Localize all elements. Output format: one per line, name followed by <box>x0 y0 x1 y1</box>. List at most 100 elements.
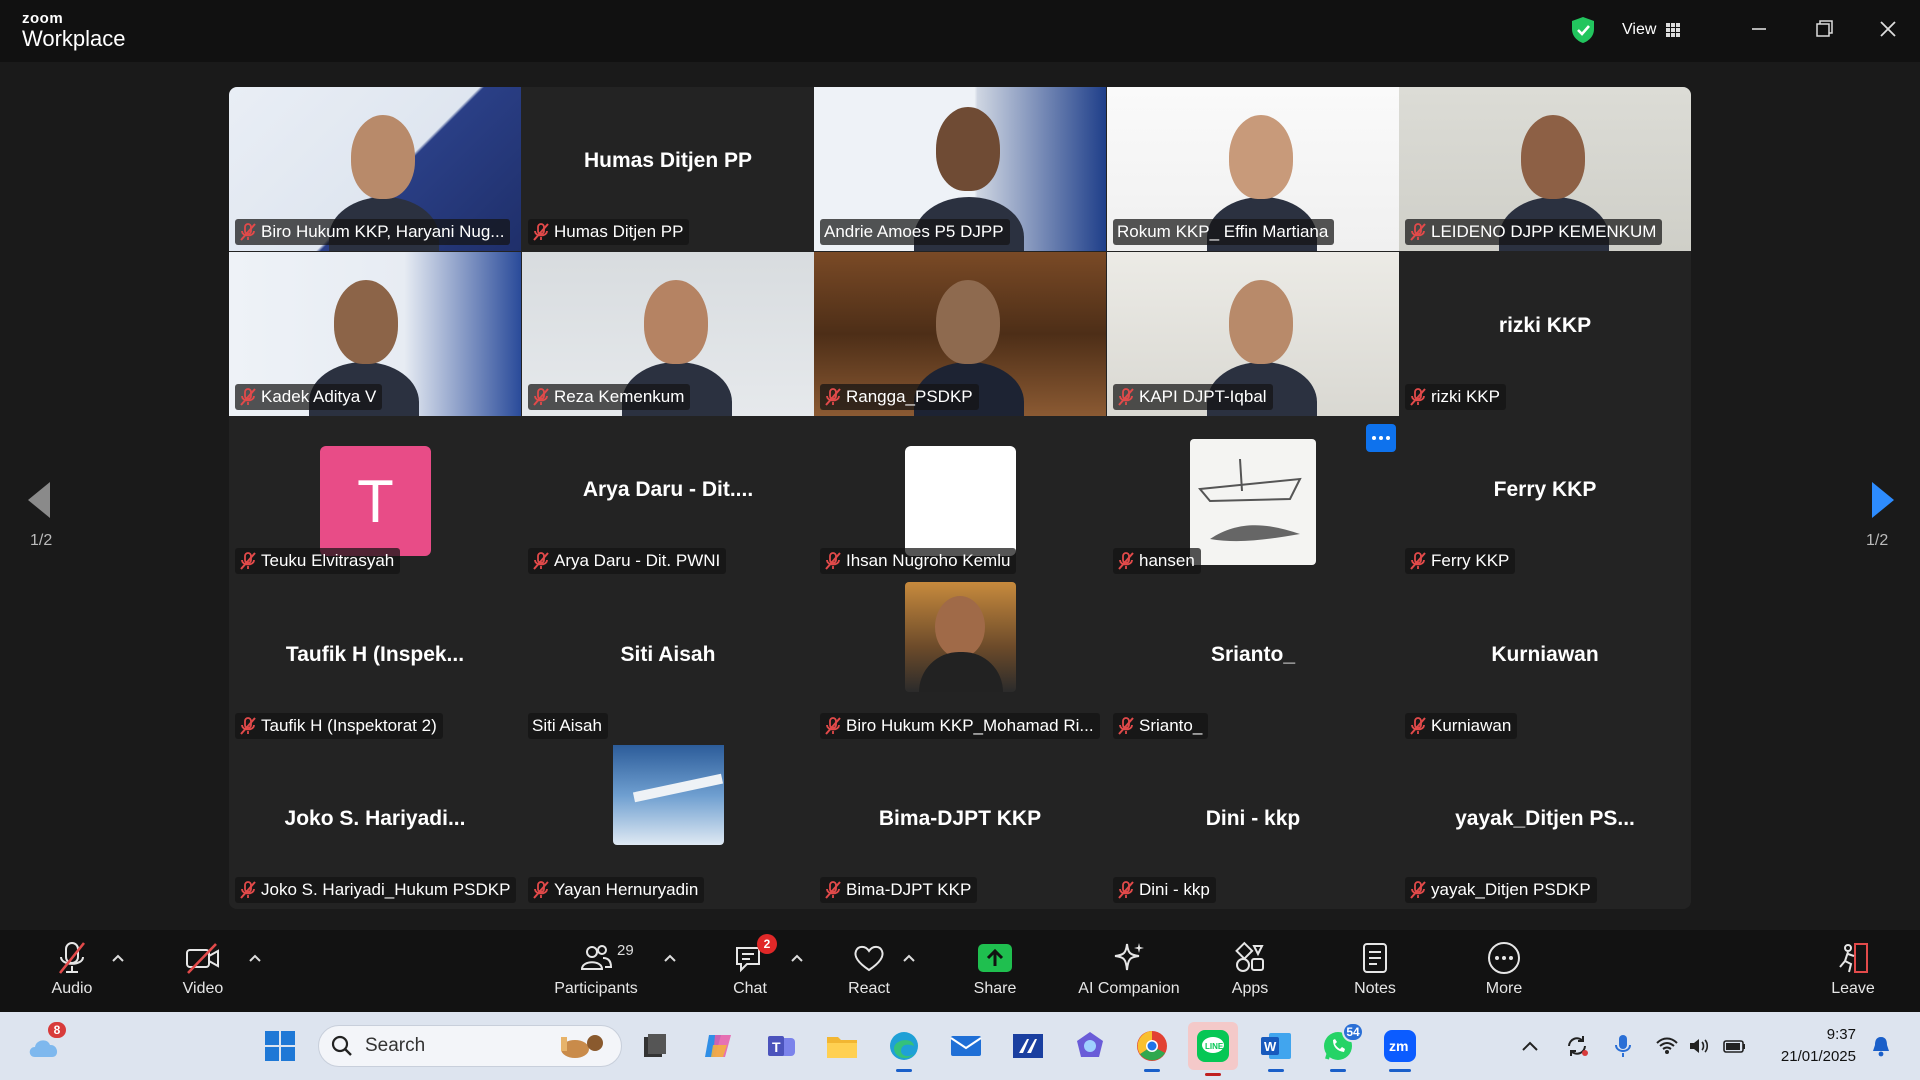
zoom-taskbar-icon[interactable]: zm <box>1380 1026 1420 1072</box>
participant-tile[interactable]: T Teuku Elvitrasyah <box>229 416 521 580</box>
word-icon[interactable]: W <box>1256 1026 1296 1072</box>
battery-icon[interactable] <box>1720 1026 1750 1066</box>
line-app-icon[interactable]: LINE <box>1188 1022 1238 1076</box>
restore-icon[interactable] <box>1806 14 1842 44</box>
video-button[interactable]: Video <box>148 940 258 998</box>
whatsapp-badge: 54 <box>1342 1022 1364 1042</box>
tile-more-options-button[interactable] <box>1366 424 1396 452</box>
audio-options-caret-icon[interactable] <box>110 952 126 964</box>
notes-label: Notes <box>1354 980 1396 997</box>
participant-tile[interactable]: Siti Aisah Siti Aisah <box>522 581 814 745</box>
participant-tile[interactable]: Reza Kemenkum <box>522 252 814 416</box>
participants-options-caret-icon[interactable] <box>662 952 678 964</box>
next-page-arrow-icon[interactable] <box>1862 470 1902 530</box>
participants-label: Participants <box>554 980 638 997</box>
notes-button[interactable]: Notes <box>1320 940 1430 998</box>
mic-muted-icon <box>240 388 256 406</box>
show-hidden-icons-chevron-icon[interactable] <box>1516 1026 1544 1066</box>
participant-tile[interactable]: Biro Hukum KKP, Haryani Nug... <box>229 87 521 251</box>
ai-sparkle-icon <box>1114 943 1144 971</box>
title-bar: zoom Workplace View <box>0 0 1920 62</box>
copilot-app-icon[interactable] <box>1070 1026 1110 1066</box>
line-active-indicator <box>1205 1073 1221 1076</box>
share-button[interactable]: Share <box>940 940 1050 998</box>
task-view-icon[interactable] <box>635 1026 675 1066</box>
mic-muted-icon <box>533 223 549 241</box>
notification-bell-icon[interactable] <box>1866 1026 1896 1066</box>
participant-tile[interactable]: Humas Ditjen PP Humas Ditjen PP <box>522 87 814 251</box>
participant-tile[interactable]: Taufik H (Inspek... Taufik H (Inspektorat… <box>229 581 521 745</box>
participant-tile[interactable]: LEIDENO DJPP KEMENKUM <box>1399 87 1691 251</box>
audio-button[interactable]: Audio <box>17 940 127 998</box>
whatsapp-active-indicator <box>1330 1069 1346 1072</box>
participant-name-label: Yayan Hernuryadin <box>528 877 705 903</box>
mic-muted-icon <box>533 881 549 899</box>
brand-top: zoom <box>22 10 64 27</box>
participant-display-name: Arya Daru - Dit.... <box>582 478 754 501</box>
chrome-icon[interactable] <box>1132 1026 1172 1072</box>
view-button[interactable]: View <box>1622 17 1681 43</box>
whatsapp-icon[interactable]: 54 <box>1318 1022 1364 1072</box>
participant-tile[interactable]: Ferry KKP Ferry KKP <box>1399 416 1691 580</box>
participant-name: Arya Daru - Dit. PWNI <box>554 551 721 570</box>
participant-name: Biro Hukum KKP, Haryani Nug... <box>261 222 505 241</box>
participant-tile[interactable]: KAPI DJPT-Iqbal <box>1107 252 1399 416</box>
participant-name-label: Rokum KKP_ Effin Martiana <box>1113 219 1335 245</box>
close-icon[interactable] <box>1870 14 1906 44</box>
start-button[interactable] <box>260 1026 300 1066</box>
react-label: React <box>848 980 890 997</box>
participants-button[interactable]: 29 Participants <box>541 940 651 998</box>
audio-label: Audio <box>51 980 93 997</box>
video-label: Video <box>182 980 224 997</box>
teams-icon[interactable]: T <box>762 1026 802 1066</box>
volume-icon[interactable] <box>1684 1026 1714 1066</box>
participant-tile[interactable]: Joko S. Hariyadi... Joko S. Hariyadi_Huku… <box>229 745 521 909</box>
participant-tile[interactable]: Rangga_PSDKP <box>814 252 1106 416</box>
taskbar-search[interactable]: Search <box>318 1025 622 1067</box>
system-clock[interactable]: 9:37 21/01/2025 <box>1772 1024 1856 1068</box>
mail-icon[interactable] <box>946 1026 986 1066</box>
copilot-icon[interactable] <box>698 1026 738 1066</box>
react-button[interactable]: React <box>814 940 924 998</box>
minimize-icon[interactable] <box>1741 14 1777 44</box>
participant-tile[interactable]: Ihsan Nugroho Kemlu <box>814 416 1106 580</box>
sync-icon[interactable] <box>1560 1026 1594 1066</box>
file-explorer-icon[interactable] <box>822 1026 862 1066</box>
participant-tile[interactable]: Arya Daru - Dit.... Arya Daru - Dit. PWNI <box>522 416 814 580</box>
participant-tile[interactable]: hansen <box>1107 416 1399 580</box>
chat-button[interactable]: 2 Chat <box>695 934 805 998</box>
more-button[interactable]: More <box>1449 940 1559 998</box>
participant-tile[interactable]: Kadek Aditya V <box>229 252 521 416</box>
edge-active-indicator <box>896 1069 912 1072</box>
participant-tile[interactable]: Kurniawan Kurniawan <box>1399 581 1691 745</box>
video-options-caret-icon[interactable] <box>247 952 263 964</box>
chat-unread-badge: 2 <box>757 934 777 954</box>
participant-tile[interactable]: Dini - kkp Dini - kkp <box>1107 745 1399 909</box>
participant-tile[interactable]: Rokum KKP_ Effin Martiana <box>1107 87 1399 251</box>
participant-tile[interactable]: Andrie Amoes P5 DJPP <box>814 87 1106 251</box>
wifi-icon[interactable] <box>1652 1026 1682 1066</box>
encryption-shield-icon[interactable] <box>1570 16 1596 44</box>
edge-icon[interactable] <box>884 1026 924 1072</box>
search-placeholder: Search <box>365 1035 426 1056</box>
participant-tile[interactable]: Biro Hukum KKP_Mohamad Ri... <box>814 581 1106 745</box>
apps-button[interactable]: Apps <box>1195 940 1305 998</box>
microphone-tray-icon[interactable] <box>1608 1026 1638 1066</box>
leave-button[interactable]: Leave <box>1798 940 1908 998</box>
react-options-caret-icon[interactable] <box>901 952 917 964</box>
participant-name: hansen <box>1139 551 1195 570</box>
weather-widget[interactable]: 8 <box>24 1020 68 1066</box>
participant-tile[interactable]: rizki KKP rizki KKP <box>1399 252 1691 416</box>
participant-tile[interactable]: Yayan Hernuryadin <box>522 745 814 909</box>
participant-tile[interactable]: Bima-DJPT KKP Bima-DJPT KKP <box>814 745 1106 909</box>
chat-options-caret-icon[interactable] <box>789 952 805 964</box>
mic-muted-icon <box>533 552 549 570</box>
whiteboard-app-icon[interactable] <box>1008 1026 1048 1066</box>
grid-icon <box>1666 23 1681 37</box>
mic-muted-icon <box>1118 388 1134 406</box>
participant-tile[interactable]: yayak_Ditjen PS... yayak_Ditjen PSDKP <box>1399 745 1691 909</box>
ai-companion-button[interactable]: AI Companion <box>1074 940 1184 998</box>
participant-name-label: Andrie Amoes P5 DJPP <box>820 219 1010 245</box>
previous-page-arrow-icon[interactable] <box>20 470 60 530</box>
participant-tile[interactable]: Srianto_ Srianto_ <box>1107 581 1399 745</box>
